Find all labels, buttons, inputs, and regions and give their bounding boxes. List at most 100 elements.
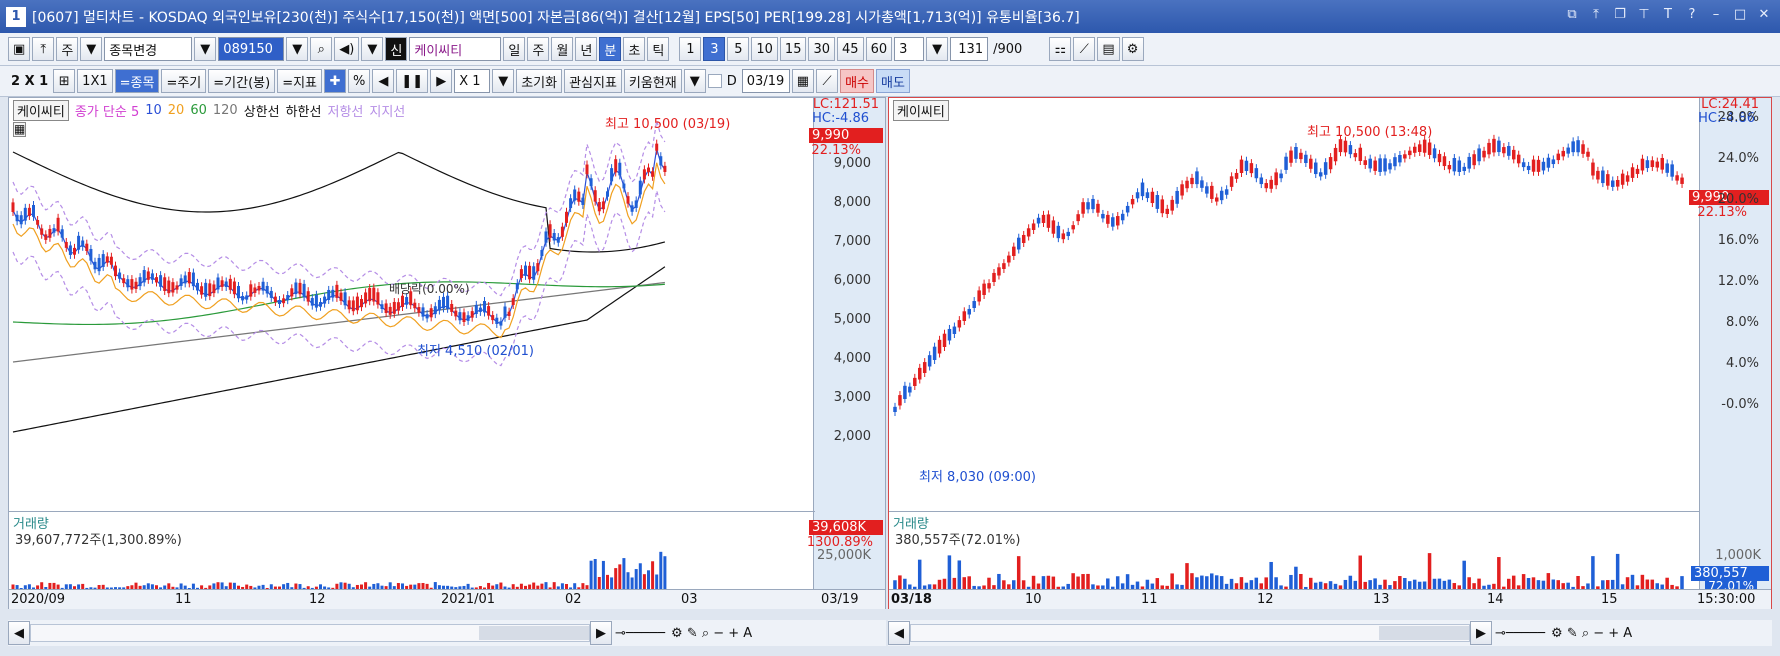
zoom-slider-icon[interactable]: ⊸───── <box>1492 626 1548 641</box>
scroll-track[interactable] <box>30 624 590 642</box>
indicator-add-icon[interactable]: ⚏ <box>1049 37 1072 61</box>
candle-body <box>1071 225 1075 230</box>
chevron-down-icon[interactable]: ▼ <box>683 69 706 93</box>
layout-label[interactable]: 2 X 1 <box>8 74 51 89</box>
scroll-track[interactable] <box>910 624 1470 642</box>
grid-icon[interactable]: ⊞ <box>53 69 76 93</box>
period-second-button[interactable]: 초 <box>623 37 646 61</box>
candle-body <box>1155 195 1160 209</box>
chevron-down-icon[interactable]: ▼ <box>194 37 217 61</box>
interval-30-button[interactable]: 30 <box>808 37 836 61</box>
interval-1-button[interactable]: 1 <box>679 37 702 61</box>
jongmok-select[interactable]: 종목변경 <box>104 37 193 61</box>
volume-bar <box>1299 573 1303 589</box>
interval-input[interactable]: 3 <box>894 37 925 61</box>
interval-15-button[interactable]: 15 <box>779 37 807 61</box>
buy-button[interactable]: 매수 <box>840 69 874 93</box>
calendar-icon[interactable]: ▦ <box>791 69 815 93</box>
stock-name-field[interactable]: 케이씨티 <box>409 37 502 61</box>
sync-indicator-button[interactable]: =지표 <box>277 69 323 93</box>
period-week-button[interactable]: 주 <box>527 37 550 61</box>
candle-body <box>48 228 52 238</box>
period-day-button[interactable]: 일 <box>503 37 526 61</box>
lc-label: LC:121.51 <box>812 97 879 112</box>
period-year-button[interactable]: 년 <box>575 37 598 61</box>
count-input[interactable]: 131 <box>950 37 989 61</box>
zoom-slider-icon[interactable]: ⊸───── <box>612 626 668 641</box>
volume-bar <box>614 568 618 589</box>
save-icon[interactable]: ▤ <box>1097 37 1120 61</box>
link-icon[interactable]: ⧉ <box>1564 6 1580 24</box>
volume-bar <box>1432 578 1437 589</box>
jongmok-prefix[interactable]: 주 <box>56 37 79 61</box>
dropdown-icon[interactable]: ▼ <box>80 37 103 61</box>
scroll-left-icon[interactable]: ◀ <box>8 621 30 645</box>
kiwoom-current-button[interactable]: 키움현재 <box>623 69 682 93</box>
axis-tick-label: 28.0% <box>1717 110 1759 125</box>
interval-3-button[interactable]: 3 <box>703 37 726 61</box>
zoom-select[interactable]: X 1 <box>454 69 491 93</box>
gear-icon[interactable]: ⚙ <box>1121 37 1144 61</box>
pause-icon[interactable]: ❚❚ <box>396 69 429 93</box>
restore-layout-icon[interactable]: ❐ <box>1612 6 1628 24</box>
order-chart-icon[interactable]: ⟋ <box>816 69 839 93</box>
pin-chart-icon[interactable]: ⤒ <box>32 37 55 61</box>
crosshair-icon[interactable]: ✚ <box>324 69 347 93</box>
chart-panel-daily[interactable]: 케이씨티 종가 단순 5 10 20 60 120 상한선 하한선 저항선 지지… <box>8 97 886 609</box>
sync-cycle-button[interactable]: =주기 <box>161 69 207 93</box>
candle-body <box>1031 223 1036 230</box>
scroll-right-icon[interactable]: ▶ <box>430 69 453 93</box>
minimize-icon[interactable]: – <box>1708 6 1724 24</box>
watch-indicator-button[interactable]: 관심지표 <box>564 69 622 93</box>
top-icon[interactable]: ⊤ <box>1636 6 1652 24</box>
scroll-left-icon[interactable]: ◀ <box>888 621 910 645</box>
sync-stock-button[interactable]: =종목 <box>114 69 160 93</box>
volume-bar <box>1185 563 1189 589</box>
date-checkbox[interactable] <box>707 74 722 88</box>
interval-10-button[interactable]: 10 <box>751 37 778 61</box>
sell-button[interactable]: 매도 <box>876 69 910 93</box>
interval-5-button[interactable]: 5 <box>727 37 750 61</box>
candle-body <box>68 245 72 255</box>
search-icon[interactable]: ⌕ <box>310 37 333 61</box>
candle-body <box>1091 198 1095 210</box>
candle-body <box>60 229 64 238</box>
sync-period-button[interactable]: =기간(봉) <box>208 69 276 93</box>
tools-icon[interactable]: ⚙ ✎ ⌕ − + A <box>1548 626 1635 641</box>
text-icon[interactable]: T <box>1660 6 1676 24</box>
candle-body <box>364 292 368 304</box>
percent-button[interactable]: % <box>348 69 371 93</box>
interval-45-button[interactable]: 45 <box>837 37 864 61</box>
interval-60-button[interactable]: 60 <box>865 37 893 61</box>
tools-icon[interactable]: ⚙ ✎ ⌕ − + A <box>668 626 755 641</box>
scrollbar-left[interactable]: ◀ ▶ ⊸───── ⚙ ✎ ⌕ − + A <box>8 620 886 646</box>
draw-tool-icon[interactable]: ⟋ <box>1073 37 1096 61</box>
stock-code-input[interactable]: 089150 <box>218 37 285 61</box>
scroll-right-icon[interactable]: ▶ <box>1470 621 1492 645</box>
scrollbar-right[interactable]: ◀ ▶ ⊸───── ⚙ ✎ ⌕ − + A <box>888 620 1772 646</box>
chevron-down-icon[interactable]: ▼ <box>361 37 384 61</box>
chevron-down-icon[interactable]: ▼ <box>492 69 515 93</box>
maximize-icon[interactable]: □ <box>1732 6 1748 24</box>
one-by-one-button[interactable]: 1X1 <box>77 69 113 93</box>
scroll-thumb[interactable] <box>1379 626 1469 640</box>
scroll-right-icon[interactable]: ▶ <box>590 621 612 645</box>
scroll-left-icon[interactable]: ◀ <box>372 69 395 93</box>
close-icon[interactable]: ✕ <box>1756 6 1772 24</box>
help-icon[interactable]: ? <box>1684 6 1700 24</box>
candle-body <box>130 279 134 290</box>
scroll-thumb[interactable] <box>479 626 589 640</box>
candle-body <box>548 224 552 238</box>
chart-panel-intraday[interactable]: 케이씨티 LC:24.41 HC:-4.86 9,990 22.13% 28.0… <box>888 97 1772 609</box>
volume-bar <box>957 560 962 589</box>
period-tick-button[interactable]: 틱 <box>647 37 670 61</box>
date-input[interactable]: 03/19 <box>741 69 790 93</box>
chevron-down-icon[interactable]: ▼ <box>286 37 309 61</box>
layout-icon[interactable]: ▣ <box>8 37 31 61</box>
speaker-icon[interactable]: ◀) <box>334 37 360 61</box>
period-month-button[interactable]: 월 <box>551 37 574 61</box>
reset-button[interactable]: 초기화 <box>516 69 563 93</box>
period-minute-button[interactable]: 분 <box>599 37 622 61</box>
pin-icon[interactable]: ⤒ <box>1588 6 1604 24</box>
chevron-down-icon[interactable]: ▼ <box>926 37 949 61</box>
